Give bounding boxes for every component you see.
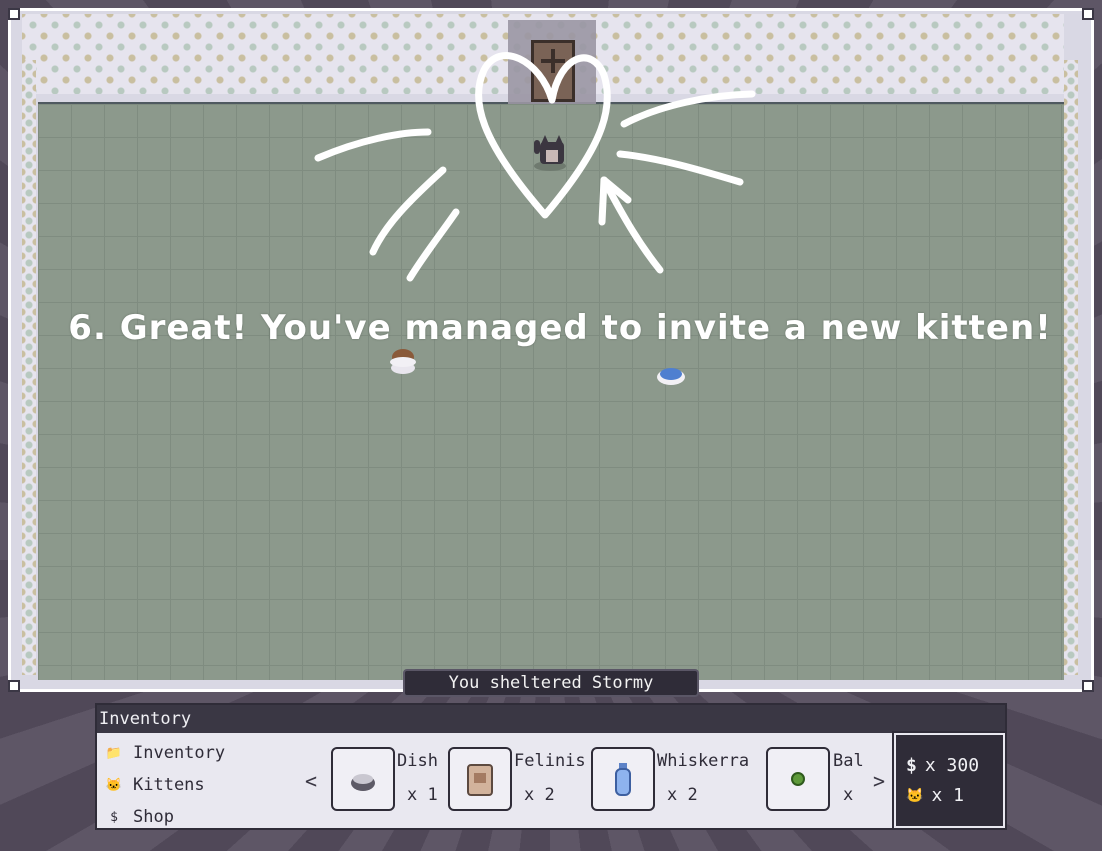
kitten-count: x 1 bbox=[931, 785, 964, 806]
next-page-button[interactable]: > bbox=[873, 769, 885, 793]
coin-count-row: $ x 300 bbox=[906, 755, 979, 776]
bottle-icon bbox=[615, 763, 631, 796]
cat-icon: 🐱 bbox=[105, 777, 123, 793]
nav-item-label: Inventory bbox=[133, 743, 226, 763]
coin-count: x 300 bbox=[924, 755, 980, 776]
item-slot-whiskerra[interactable] bbox=[591, 747, 655, 811]
item-qty: x 2 bbox=[667, 785, 698, 805]
nav-item-kittens[interactable]: 🐱 Kittens bbox=[105, 769, 225, 801]
nav-item-inventory[interactable]: 📁 Inventory bbox=[105, 737, 225, 769]
panel-nav: 📁 Inventory 🐱 Kittens $ Shop bbox=[105, 737, 225, 833]
scene-overlay bbox=[314, 52, 756, 385]
bowl-icon bbox=[351, 774, 375, 791]
kitten-count-row: 🐱 x 1 bbox=[906, 785, 964, 806]
cat-icon: 🐱 bbox=[906, 787, 924, 804]
currency-box: $ x 300 🐱 x 1 bbox=[892, 731, 1007, 830]
nav-item-label: Shop bbox=[133, 807, 174, 827]
item-slot-ball[interactable] bbox=[766, 747, 830, 811]
water-bowl-sprite[interactable] bbox=[657, 368, 685, 385]
prev-page-button[interactable]: < bbox=[305, 769, 317, 793]
food-bag-icon bbox=[467, 764, 493, 796]
nav-item-label: Kittens bbox=[133, 775, 205, 795]
item-qty: x bbox=[843, 785, 854, 805]
tutorial-message: 6. Great! You've managed to invite a new… bbox=[68, 308, 1052, 348]
item-slot-dish[interactable] bbox=[331, 747, 395, 811]
folder-icon: 📁 bbox=[105, 745, 123, 761]
coin-icon: $ bbox=[906, 755, 917, 776]
inventory-panel: Inventory 📁 Inventory 🐱 Kittens $ Shop <… bbox=[95, 703, 1007, 830]
item-name: Bal bbox=[833, 751, 864, 771]
ball-icon bbox=[791, 772, 805, 786]
item-qty: x 1 bbox=[407, 785, 438, 805]
panel-title: Inventory bbox=[97, 705, 1005, 733]
food-bowl-sprite[interactable] bbox=[390, 349, 416, 374]
item-qty: x 2 bbox=[524, 785, 555, 805]
item-name: Whiskerra bbox=[657, 751, 750, 771]
notification-toast: You sheltered Stormy bbox=[403, 669, 699, 697]
kitten-sprite[interactable] bbox=[534, 135, 566, 171]
item-name: Felinis bbox=[514, 751, 586, 771]
item-slot-felinis[interactable] bbox=[448, 747, 512, 811]
coin-icon: $ bbox=[110, 809, 118, 825]
item-name: Dish bbox=[397, 751, 438, 771]
nav-item-shop[interactable]: $ Shop bbox=[105, 801, 225, 833]
